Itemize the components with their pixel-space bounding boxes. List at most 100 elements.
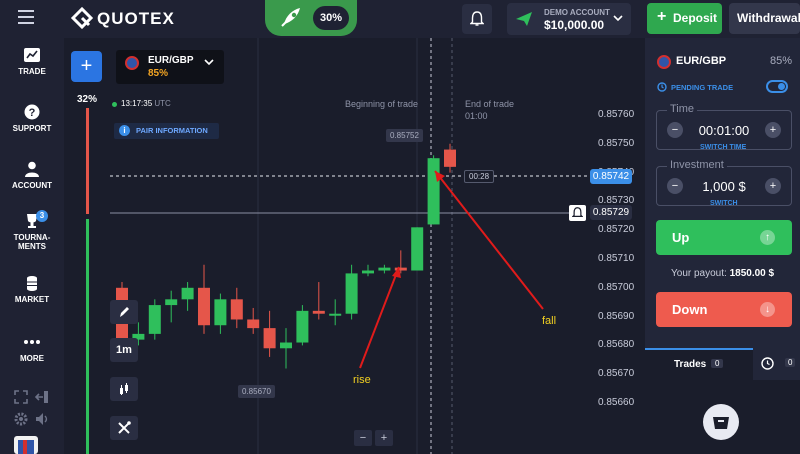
time-value[interactable]: 00:01:00 [683,123,765,138]
investment-increase-button[interactable]: + [765,178,781,194]
candle-down [312,310,325,314]
arrow-up-icon: ↑ [760,230,775,245]
history-count: 0 [785,358,796,367]
rise-arrow [359,266,400,369]
investment-decrease-button[interactable]: − [667,178,683,194]
price-tick-label: 0.85670 [598,368,635,380]
user-icon [25,161,39,177]
svg-text:?: ? [29,107,36,119]
arrow-down-icon: ↓ [760,302,775,317]
nav-item-tournaments[interactable]: 3 TOURNA- MENTS [0,210,64,251]
chevron-down-icon [613,15,623,22]
trades-count: 0 [711,359,724,368]
asset-name: EUR/GBP [148,55,194,66]
time-increase-button[interactable]: + [765,122,781,138]
time-decrease-button[interactable]: − [667,122,683,138]
down-button[interactable]: Down ↓ [656,292,792,327]
add-chart-button[interactable]: + [71,51,102,82]
candle-up [362,270,374,274]
current-price-tag: 0.85742 [590,169,632,184]
strike-alert-button[interactable] [569,205,586,221]
deposit-label: Deposit [673,11,718,25]
account-switcher[interactable]: DEMO ACCOUNT $10,000.00 [507,3,631,35]
switch-time-button[interactable]: SWITCH TIME [700,144,746,151]
price-tick-label: 0.85700 [598,281,635,293]
chart-type-button[interactable] [110,377,138,401]
notifications-button[interactable] [462,4,492,34]
pair-info-button[interactable]: i PAIR INFORMATION [114,123,219,139]
zoom-out-button[interactable]: − [354,430,372,446]
up-label: Up [672,230,690,245]
rocket-icon [281,8,300,27]
withdrawal-button[interactable]: Withdrawal [729,3,800,34]
top-bar: QUOTEX 30% DEMO ACCOUNT $10,000.00 + Dep… [0,0,800,38]
payout-display: Your payout: 1850.00 $ [671,268,775,279]
account-type-label: DEMO ACCOUNT [544,8,610,17]
trades-label: Trades [674,359,707,370]
price-tick-label: 0.85690 [598,310,635,322]
switch-button[interactable]: SWITCH [710,200,738,207]
nav-item-more[interactable]: MORE [0,334,64,363]
candle-up [378,267,391,271]
live-dot-icon [112,102,117,107]
pencil-icon [120,307,129,317]
candle-up [329,313,342,316]
candle-up [427,158,440,225]
left-nav: TRADE ? SUPPORT ACCOUNT 3 TOURNA- MENTS … [0,38,64,454]
down-label: Down [672,302,708,317]
high-marker: 0.85752 [386,129,423,142]
plus-icon: + [657,8,667,25]
panel-payout: 85% [770,55,793,67]
candle-down [247,319,260,329]
nav-item-market[interactable]: MARKET [0,275,64,304]
trade-countdown: 00:28 [464,170,495,183]
candle-up [165,299,178,306]
asset-selector[interactable]: EUR/GBP 85% [116,50,224,84]
flag-icon [125,56,139,70]
price-tick-label: 0.85660 [598,397,635,408]
language-flag-icon[interactable] [14,436,38,454]
price-tick-label: 0.85680 [598,339,635,351]
asset-payout: 85% [148,68,169,79]
price-tick-label: 0.85710 [598,253,635,264]
up-button[interactable]: Up ↑ [656,220,792,255]
deposit-button[interactable]: + Deposit [647,3,722,34]
time-label: Time [667,103,698,115]
history-tab[interactable]: 0 [754,348,800,380]
draw-tool-button[interactable] [110,300,138,324]
brand-name: QUOTEX [97,9,175,28]
zoom-in-button[interactable]: + [375,430,393,446]
send-icon [516,12,532,26]
sound-icon[interactable] [35,412,49,426]
trades-tab[interactable]: Trades 0 [645,348,753,380]
bell-icon [470,11,484,26]
help-icon: ? [24,104,40,120]
menu-icon[interactable] [0,0,50,38]
sentiment-bar-down [86,108,89,214]
settings-icon[interactable] [14,412,28,426]
timeframe-button[interactable]: 1m [110,338,138,362]
nav-item-account[interactable]: ACCOUNT [0,161,64,190]
more-icon [24,340,40,344]
nav-item-support[interactable]: ? SUPPORT [0,104,64,133]
tournaments-badge: 3 [36,210,48,222]
panel-asset-name: EUR/GBP [676,55,727,67]
pending-trade-toggle[interactable] [766,80,788,93]
trade-panel: EUR/GBP 85% PENDING TRADE Time − 00:01:0… [645,38,800,454]
nav-item-trade[interactable]: TRADE [0,47,64,76]
pair-info-label: PAIR INFORMATION [136,126,208,135]
logout-icon[interactable] [35,390,49,404]
candle-up [280,342,292,349]
investment-value[interactable]: 1,000 $ [683,179,765,194]
sentiment-percent: 32% [77,94,98,105]
trades-list [645,380,800,454]
indicators-button[interactable] [110,416,138,440]
price-tick-label: 0.85720 [598,224,635,236]
chart-area[interactable]: 32% + EUR/GBP 85% 13:17:35 UTC i PAIR IN… [64,38,644,454]
fullscreen-icon[interactable] [14,390,28,404]
account-balance: $10,000.00 [544,18,605,32]
candle-down [444,149,456,167]
rise-annotation: rise [353,374,371,386]
end-of-trade-label: End of trade [465,99,515,109]
investment-label: Investment [667,159,727,171]
